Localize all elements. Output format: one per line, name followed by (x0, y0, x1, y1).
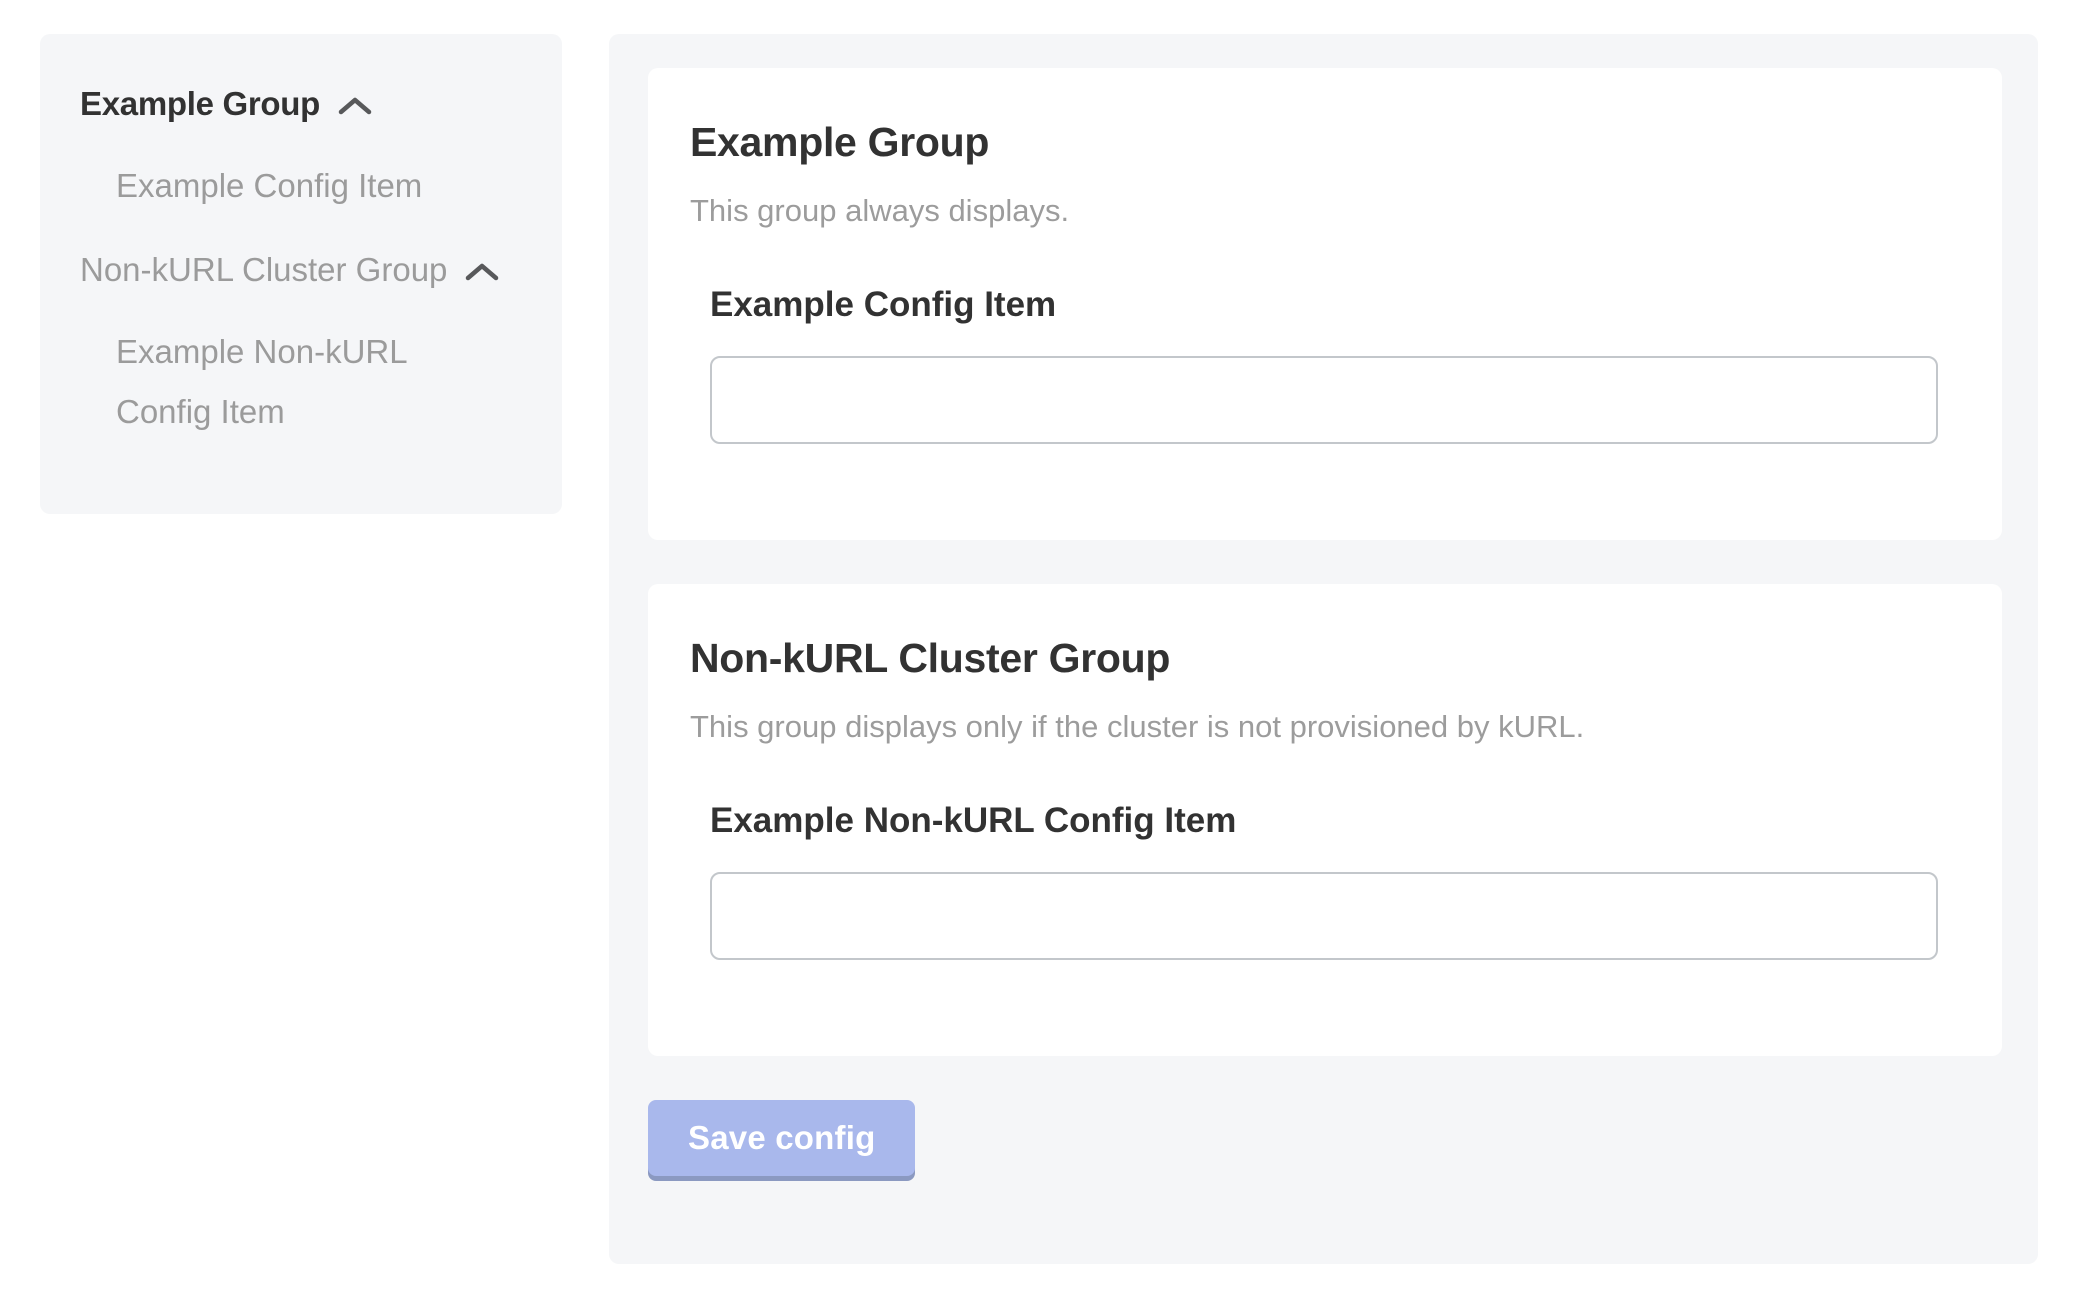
config-group-card-non-kurl-cluster-group: Non-kURL Cluster Group This group displa… (648, 584, 2002, 1056)
example-config-item-input[interactable] (710, 356, 1938, 444)
example-non-kurl-config-item-input[interactable] (710, 872, 1938, 960)
config-item-label: Example Config Item (710, 284, 1938, 326)
sidebar-group-example-group[interactable]: Example Group (80, 84, 526, 124)
config-item-block: Example Non-kURL Config Item (710, 800, 1938, 960)
sidebar-item-label: Example Non-kURL Config Item (116, 333, 406, 430)
save-config-button[interactable]: Save config (648, 1100, 915, 1176)
sidebar-group-label: Example Group (80, 84, 320, 124)
sidebar-item-example-non-kurl-config-item[interactable]: Example Non-kURL Config Item (116, 322, 446, 442)
chevron-up-icon[interactable] (338, 96, 372, 116)
group-description: This group always displays. (690, 192, 1938, 230)
config-item-block: Example Config Item (710, 284, 1938, 444)
sidebar-item-label: Example Config Item (116, 167, 422, 204)
config-nav-sidebar: Example Group Example Config Item Non-kU… (40, 34, 562, 514)
config-group-card-example-group: Example Group This group always displays… (648, 68, 2002, 540)
sidebar-group-non-kurl-cluster-group[interactable]: Non-kURL Cluster Group (80, 250, 526, 290)
group-title: Non-kURL Cluster Group (690, 634, 1938, 682)
sidebar-group-label: Non-kURL Cluster Group (80, 250, 447, 290)
chevron-up-icon[interactable] (465, 262, 499, 282)
config-item-label: Example Non-kURL Config Item (710, 800, 1938, 842)
config-main-panel: Example Group This group always displays… (609, 34, 2038, 1264)
group-title: Example Group (690, 118, 1938, 166)
sidebar-item-example-config-item[interactable]: Example Config Item (116, 156, 446, 216)
group-description: This group displays only if the cluster … (690, 708, 1938, 746)
